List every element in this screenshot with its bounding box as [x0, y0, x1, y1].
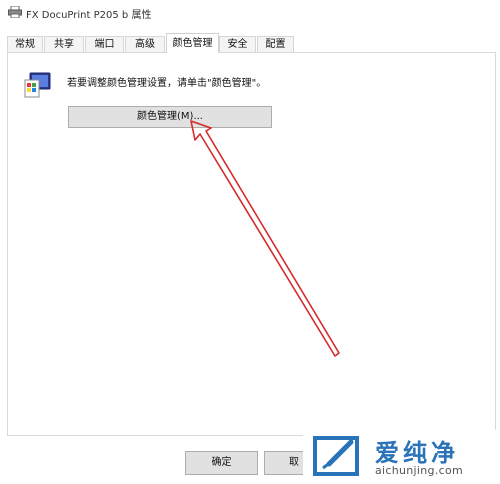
title-bar: FX DocuPrint P205 b 属性	[0, 0, 500, 26]
watermark: 爱纯净 aichunjing.com	[303, 430, 500, 484]
tab-security[interactable]: 安全	[219, 36, 256, 52]
tab-color-management[interactable]: 颜色管理	[166, 33, 219, 53]
watermark-logo	[313, 436, 359, 476]
color-management-button[interactable]: 颜色管理(M)...	[68, 106, 272, 128]
watermark-url: aichunjing.com	[375, 464, 464, 477]
tab-sharing[interactable]: 共享	[44, 36, 84, 52]
instruction-text: 若要调整颜色管理设置，请单击"颜色管理"。	[67, 78, 267, 89]
ok-button[interactable]: 确定	[185, 451, 258, 475]
color-management-panel: 若要调整颜色管理设置，请单击"颜色管理"。 颜色管理(M)...	[7, 52, 496, 436]
tab-configuration[interactable]: 配置	[257, 36, 294, 52]
tab-general[interactable]: 常规	[7, 36, 43, 52]
watermark-brand: 爱纯净	[375, 439, 459, 467]
tab-advanced[interactable]: 高级	[125, 36, 165, 52]
color-management-icon	[24, 72, 51, 98]
window-title: FX DocuPrint P205 b 属性	[26, 10, 152, 21]
tab-strip: 常规 共享 端口 高级 颜色管理 安全 配置	[0, 26, 500, 53]
tab-ports[interactable]: 端口	[85, 36, 124, 52]
printer-icon	[8, 6, 22, 18]
